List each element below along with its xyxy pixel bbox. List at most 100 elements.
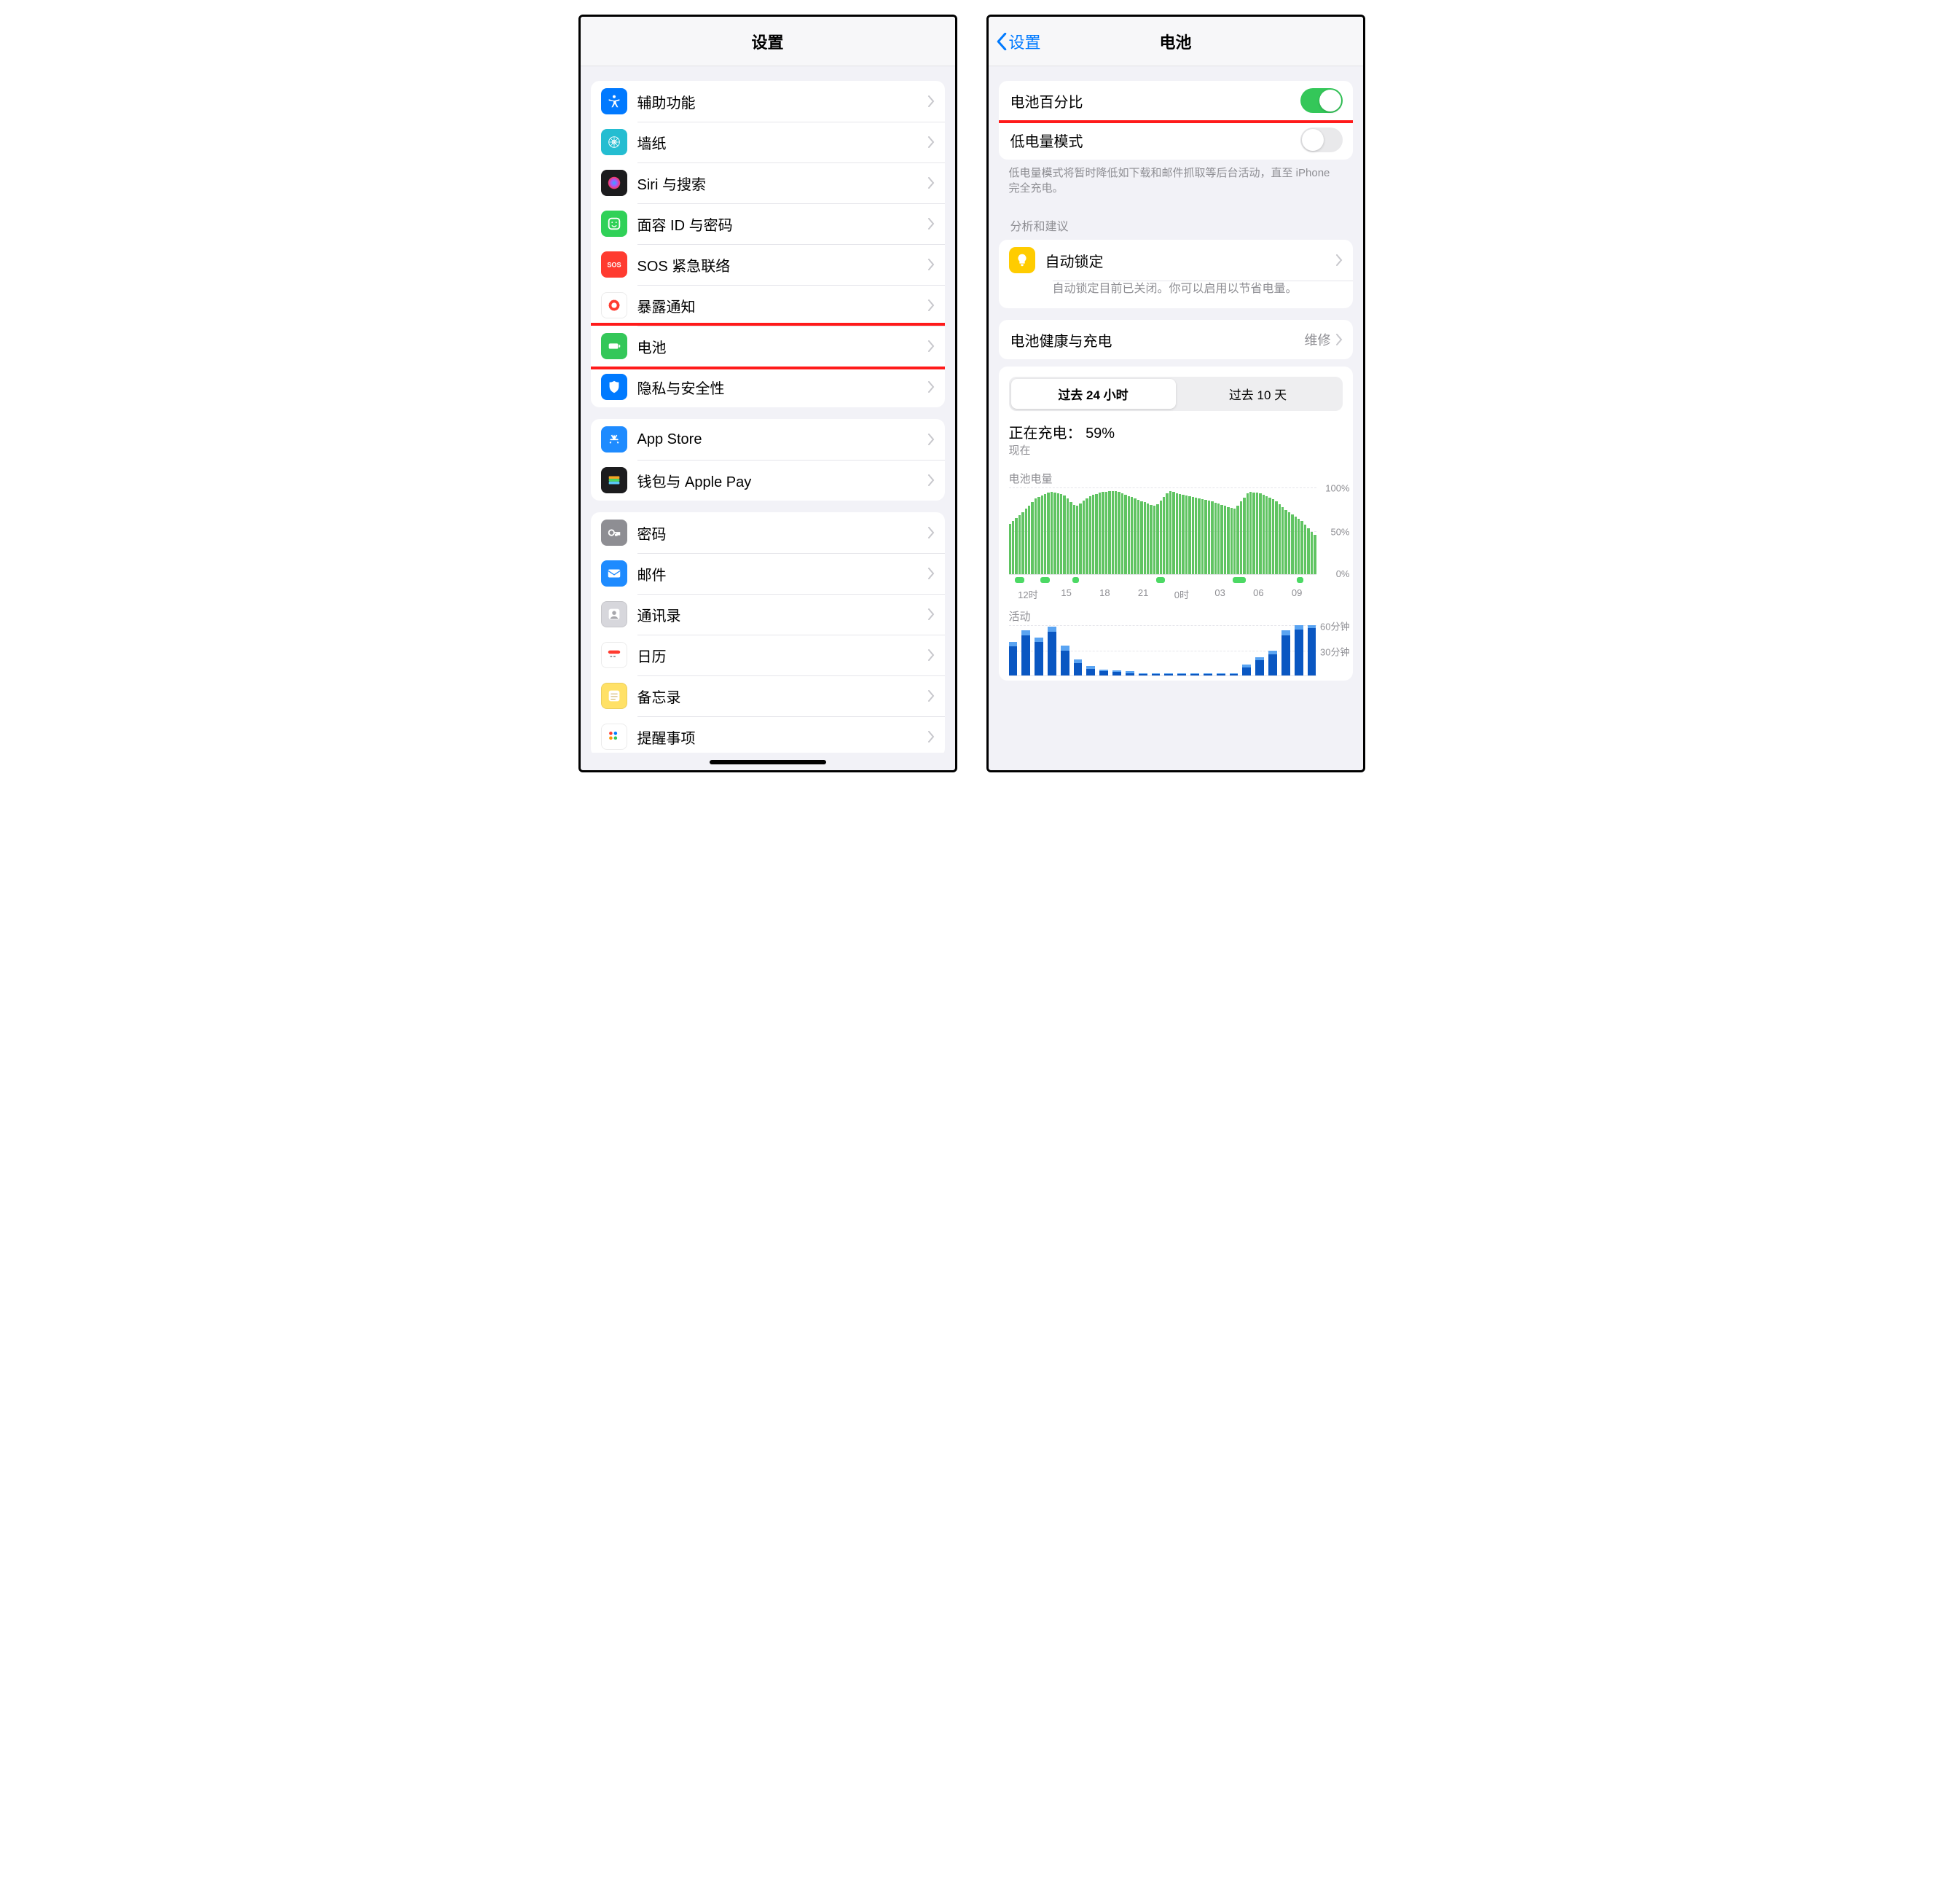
level-bar — [1307, 528, 1309, 574]
row-battery-health[interactable]: 电池健康与充电 维修 — [999, 320, 1353, 359]
settings-group: 辅助功能墙纸Siri 与搜索面容 ID 与密码SOSSOS 紧急联络暴露通知电池… — [591, 81, 945, 407]
row-label: SOS 紧急联络 — [637, 254, 927, 275]
activity-screen-on — [1217, 674, 1225, 675]
row-label: 备忘录 — [637, 686, 927, 707]
lightbulb-icon — [1009, 247, 1035, 273]
wallpaper-icon — [601, 129, 627, 155]
row-contacts[interactable]: 通讯录 — [591, 594, 945, 635]
level-bar — [1166, 493, 1168, 574]
row-wallpaper[interactable]: 墙纸 — [591, 122, 945, 162]
charging-status: 正在充电： 59% — [999, 418, 1353, 442]
level-bar — [1311, 532, 1313, 574]
row-appstore[interactable]: App Store — [591, 419, 945, 460]
settings-list[interactable]: 辅助功能墙纸Siri 与搜索面容 ID 与密码SOSSOS 紧急联络暴露通知电池… — [581, 66, 955, 753]
level-bar — [1256, 493, 1258, 574]
activity-screen-on — [1139, 674, 1147, 675]
level-bar — [1124, 495, 1126, 574]
level-bar — [1300, 521, 1303, 574]
activity-bar — [1152, 625, 1161, 675]
row-auto-lock[interactable]: 自动锁定 — [999, 240, 1353, 281]
row-calendar[interactable]: 日历 — [591, 635, 945, 675]
toggle-low-power-mode[interactable] — [1300, 128, 1343, 152]
activity-screen-on — [1308, 628, 1316, 675]
segment-10d[interactable]: 过去 10 天 — [1176, 379, 1341, 409]
xlabel: 15 — [1047, 587, 1086, 601]
activity-bar — [1281, 625, 1290, 675]
activity-screen-off — [1061, 646, 1069, 651]
row-label: 钱包与 Apple Pay — [637, 470, 927, 491]
level-bar — [1063, 495, 1065, 574]
level-bar — [1201, 499, 1204, 574]
activity-screen-on — [1035, 642, 1043, 675]
row-battery[interactable]: 电池 — [591, 326, 945, 367]
low-power-note: 低电量模式将暂时降低如下载和邮件抓取等后台活动，直至 iPhone 完全充电。 — [989, 160, 1363, 196]
level-bar — [1279, 504, 1281, 574]
home-indicator[interactable] — [710, 760, 826, 764]
charging-strip: ⚡︎⚡︎⚡︎⚡︎⚡︎⚡︎ — [1009, 577, 1316, 584]
segment-24h[interactable]: 过去 24 小时 — [1011, 379, 1176, 409]
activity-bar — [1230, 625, 1239, 675]
ylabel: 60分钟 — [1320, 619, 1349, 633]
label: 低电量模式 — [1010, 130, 1300, 151]
chevron-right-icon — [927, 690, 935, 702]
level-bar — [1275, 501, 1277, 574]
level-bar — [1089, 496, 1091, 574]
activity-screen-on — [1061, 651, 1069, 676]
level-bar — [1079, 504, 1081, 574]
row-label: 辅助功能 — [637, 91, 927, 112]
level-bar — [1057, 493, 1059, 574]
row-privacy[interactable]: 隐私与安全性 — [591, 367, 945, 407]
row-battery-percentage[interactable]: 电池百分比 — [999, 81, 1353, 120]
row-low-power-mode[interactable]: 低电量模式 — [999, 120, 1353, 160]
row-reminders[interactable]: 提醒事项 — [591, 716, 945, 753]
bolt-icon: ⚡︎ — [1158, 576, 1163, 584]
level-bar — [1247, 493, 1249, 574]
level-bar — [1099, 493, 1101, 574]
level-bar — [1195, 498, 1197, 574]
chevron-right-icon — [927, 340, 935, 352]
activity-screen-on — [1230, 674, 1239, 675]
row-wallet[interactable]: 钱包与 Apple Pay — [591, 460, 945, 501]
level-bar — [1268, 498, 1271, 574]
activity-bar — [1164, 625, 1173, 675]
row-notes[interactable]: 备忘录 — [591, 675, 945, 716]
row-faceid[interactable]: 面容 ID 与密码 — [591, 203, 945, 244]
level-bar — [1053, 493, 1056, 574]
mail-icon — [601, 560, 627, 587]
group-analysis: 自动锁定 自动锁定目前已关闭。你可以启用以节省电量。 — [999, 240, 1353, 308]
exposure-icon — [601, 292, 627, 318]
activity-bar — [1074, 625, 1083, 675]
row-exposure[interactable]: 暴露通知 — [591, 285, 945, 326]
level-bar — [1025, 509, 1027, 574]
row-accessibility[interactable]: 辅助功能 — [591, 81, 945, 122]
level-bar — [1314, 535, 1316, 574]
segmented-control[interactable]: 过去 24 小时 过去 10 天 — [1009, 377, 1343, 411]
activity-screen-on — [1021, 635, 1030, 675]
activity-bar — [1061, 625, 1069, 675]
row-mail[interactable]: 邮件 — [591, 553, 945, 594]
battery-content[interactable]: 电池百分比 低电量模式 低电量模式将暂时降低如下载和邮件抓取等后台活动，直至 i… — [989, 66, 1363, 770]
level-bar — [1009, 524, 1011, 574]
level-bar — [1069, 502, 1072, 574]
activity-bar — [1242, 625, 1251, 675]
level-bar — [1243, 498, 1245, 574]
level-bar — [1263, 495, 1265, 574]
contacts-icon — [601, 601, 627, 627]
chart-activity: 60分钟 30分钟 — [999, 625, 1353, 676]
level-bar — [1031, 502, 1033, 574]
level-bar — [1035, 498, 1037, 574]
row-passwords[interactable]: 密码 — [591, 512, 945, 553]
toggle-battery-percentage[interactable] — [1300, 88, 1343, 113]
row-sos[interactable]: SOSSOS 紧急联络 — [591, 244, 945, 285]
activity-bar — [1308, 625, 1316, 675]
back-button[interactable]: 设置 — [996, 17, 1041, 66]
level-bar — [1240, 501, 1242, 574]
level-bar — [1252, 493, 1255, 574]
activity-screen-off — [1048, 627, 1056, 632]
level-bar — [1163, 497, 1165, 574]
level-bar — [1291, 514, 1293, 574]
level-bar — [1153, 506, 1155, 574]
level-bar — [1156, 504, 1158, 574]
level-bar — [1281, 507, 1284, 574]
row-siri[interactable]: Siri 与搜索 — [591, 162, 945, 203]
